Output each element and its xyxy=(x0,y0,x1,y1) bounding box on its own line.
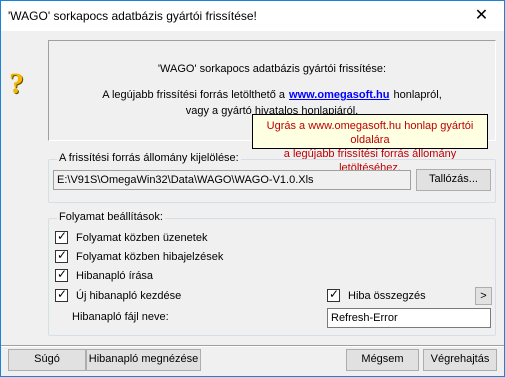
checkbox-box[interactable]: ✓ xyxy=(55,287,68,302)
browse-button[interactable]: Tallózás... xyxy=(416,169,491,191)
cancel-button[interactable]: Mégsem xyxy=(346,349,419,371)
check-icon: ✓ xyxy=(57,267,68,281)
checkbox-new-log[interactable]: ✓ Új hibanapló kezdése xyxy=(55,287,182,302)
checkbox-label: Hiba összegzés xyxy=(348,289,426,302)
tooltip-line-1: Ugrás a www.omegasoft.hu honlap gyártói … xyxy=(266,120,474,146)
checkbox-box[interactable]: ✓ xyxy=(327,287,340,302)
info-text-after-link: honlapról, xyxy=(393,89,442,101)
source-path-field[interactable]: E:\V91S\OmegaWin32\Data\WAGO\WAGO-V1.0.X… xyxy=(53,170,411,190)
help-button[interactable]: Súgó xyxy=(8,349,86,371)
summary-more-button[interactable]: > xyxy=(475,287,492,305)
info-title: 'WAGO' sorkapocs adatbázis gyártói friss… xyxy=(157,63,387,75)
title-bar: 'WAGO' sorkapocs adatbázis gyártói friss… xyxy=(1,1,504,31)
checkbox-box[interactable]: ✓ xyxy=(55,229,68,244)
checkbox-error-signals[interactable]: ✓ Folyamat közben hibajelzések xyxy=(55,248,224,263)
link-tooltip: Ugrás a www.omegasoft.hu honlap gyártói … xyxy=(252,114,488,174)
log-file-name-input[interactable]: Refresh-Error xyxy=(327,308,491,328)
info-text-before-link: A legújabb frissítési forrás letölthető … xyxy=(102,89,286,101)
checkbox-label: Új hibanapló kezdése xyxy=(76,289,182,302)
execute-button[interactable]: Végrehajtás xyxy=(423,349,497,371)
window-title: 'WAGO' sorkapocs adatbázis gyártói friss… xyxy=(8,9,257,23)
checkbox-messages[interactable]: ✓ Folyamat közben üzenetek xyxy=(55,229,208,244)
dialog-window: 'WAGO' sorkapocs adatbázis gyártói friss… xyxy=(0,0,505,377)
checkbox-error-summary[interactable]: ✓ Hiba összegzés xyxy=(327,287,426,302)
checkbox-box[interactable]: ✓ xyxy=(55,267,68,282)
checkbox-label: Folyamat közben üzenetek xyxy=(76,231,208,244)
checkbox-box[interactable]: ✓ xyxy=(55,248,68,263)
checkbox-label: Folyamat közben hibajelzések xyxy=(76,250,224,263)
log-file-name-label: Hibanapló fájl neve: xyxy=(72,311,169,323)
check-icon: ✓ xyxy=(329,287,340,301)
checkbox-label: Hibanapló írása xyxy=(76,269,154,282)
check-icon: ✓ xyxy=(57,287,68,301)
close-icon[interactable]: ✕ xyxy=(459,1,504,31)
process-group-label: Folyamat beállítások: xyxy=(57,211,165,223)
check-icon: ✓ xyxy=(57,229,68,243)
source-group-label: A frissítési forrás állomány kijelölése: xyxy=(57,152,241,164)
info-line-1: A legújabb frissítési forrás letölthető … xyxy=(49,89,495,101)
view-log-button[interactable]: Hibanapló megnézése xyxy=(86,349,201,371)
check-icon: ✓ xyxy=(57,248,68,262)
checkbox-write-log[interactable]: ✓ Hibanapló írása xyxy=(55,267,154,282)
omegasoft-link[interactable]: www.omegasoft.hu xyxy=(289,89,389,101)
question-mark-icon: ? xyxy=(9,67,24,100)
button-separator xyxy=(1,345,504,347)
